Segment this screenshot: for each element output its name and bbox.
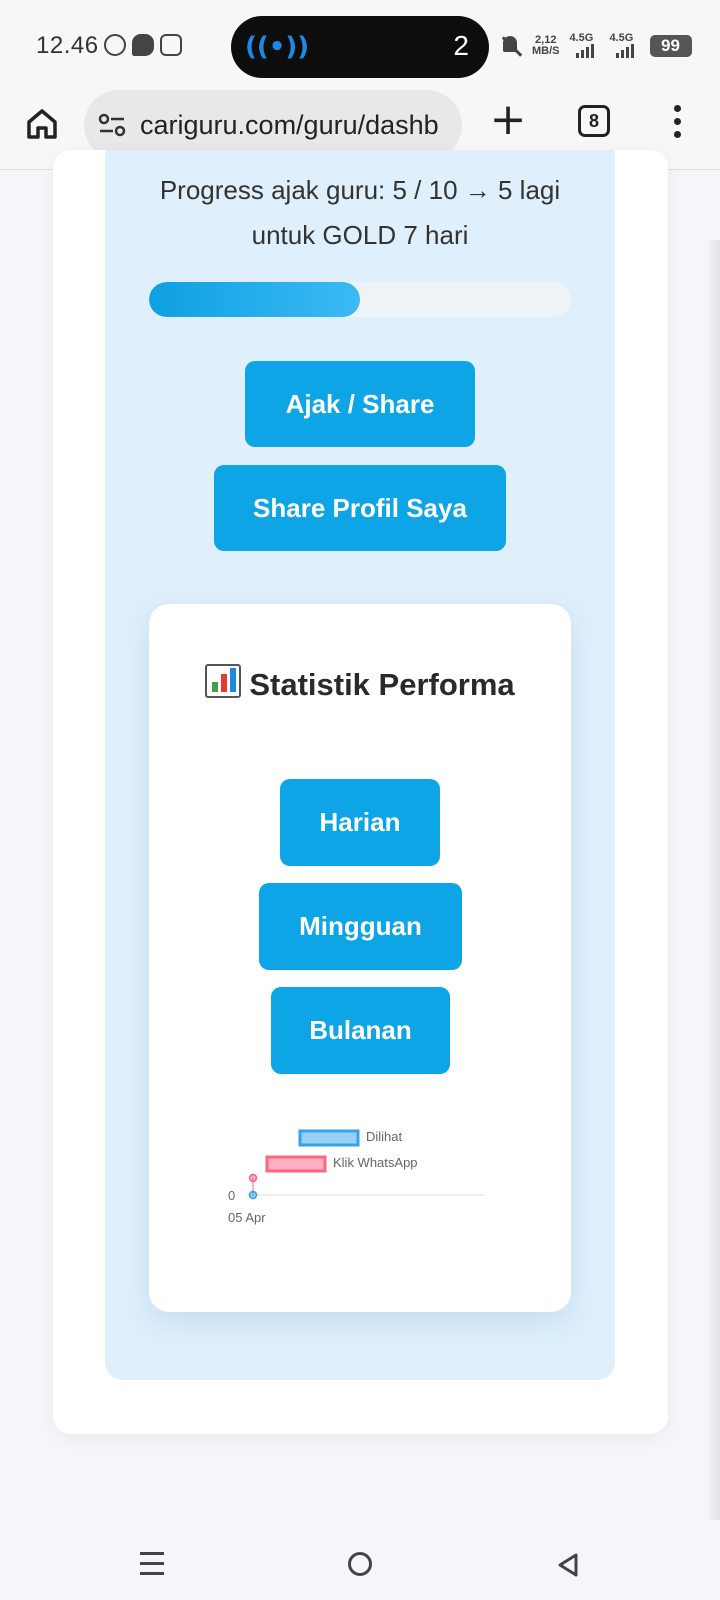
- stats-title: Statistik Performa: [149, 658, 571, 711]
- legend-swatch: [298, 1129, 360, 1147]
- instagram-icon: [160, 34, 182, 56]
- legend-label: Dilihat: [366, 1129, 403, 1144]
- message-icon: [132, 34, 154, 56]
- signal-label: 4.5G: [609, 32, 634, 44]
- home-icon[interactable]: [24, 106, 60, 142]
- status-bar: 12.46 ((•)) 2 2,12 MB/S 4.5G 4.5G 99: [0, 0, 720, 88]
- back-icon[interactable]: [556, 1552, 580, 1578]
- dynamic-island-count: 2: [453, 30, 469, 61]
- broadcast-icon: ((•)): [245, 32, 310, 62]
- performance-chart: Dilihat Klik WhatsApp 0 05 Apr: [228, 1129, 485, 1225]
- x-tick-label: 05 Apr: [228, 1210, 266, 1225]
- share-profile-button[interactable]: Share Profil Saya: [214, 465, 506, 551]
- system-nav-bar: [0, 1530, 720, 1600]
- y-tick-label: 0: [228, 1188, 235, 1203]
- signal-icon: 4.5G: [610, 32, 640, 60]
- page-edge-shadow: [706, 240, 720, 1520]
- referral-progress-text: Progress ajak guru: 5 / 10 → 5 lagi untu…: [159, 175, 561, 250]
- status-time: 12.46: [36, 32, 99, 59]
- battery-icon: 99: [649, 35, 692, 57]
- recent-apps-icon[interactable]: [140, 1552, 164, 1576]
- bar-chart-icon: [205, 664, 242, 698]
- legend-swatch: [265, 1155, 327, 1173]
- network-speed-unit: MB/S: [532, 45, 560, 57]
- home-circle-icon[interactable]: [348, 1552, 372, 1576]
- site-settings-icon[interactable]: [98, 112, 126, 138]
- url-text[interactable]: cariguru.com/guru/dashb: [140, 110, 439, 141]
- harian-button[interactable]: Harian: [280, 779, 440, 866]
- data-point-klik-whatsapp: [248, 1173, 258, 1183]
- new-tab-icon[interactable]: +: [488, 98, 528, 142]
- data-point-dilihat: [248, 1190, 258, 1200]
- mingguan-button[interactable]: Mingguan: [259, 883, 462, 970]
- status-right: 2,12 MB/S 4.5G 4.5G 99: [500, 30, 692, 62]
- tab-switcher-button[interactable]: 8: [578, 105, 610, 137]
- bell-muted-icon: [500, 34, 522, 58]
- more-menu-icon[interactable]: [672, 102, 682, 142]
- signal-icon: 4.5G: [570, 32, 600, 60]
- network-speed: 2,12 MB/S: [532, 35, 560, 57]
- referral-progress-fill: [149, 282, 360, 317]
- dynamic-island[interactable]: ((•)) 2: [231, 16, 489, 78]
- signal-label: 4.5G: [569, 32, 594, 44]
- bulanan-button[interactable]: Bulanan: [271, 987, 450, 1074]
- legend-label: Klik WhatsApp: [333, 1155, 418, 1170]
- whatsapp-icon: [104, 34, 126, 56]
- ajak-share-button[interactable]: Ajak / Share: [245, 361, 475, 447]
- referral-progress-bar: [149, 282, 571, 317]
- stats-title-text: Statistik Performa: [249, 667, 515, 702]
- notification-icons: [104, 34, 182, 56]
